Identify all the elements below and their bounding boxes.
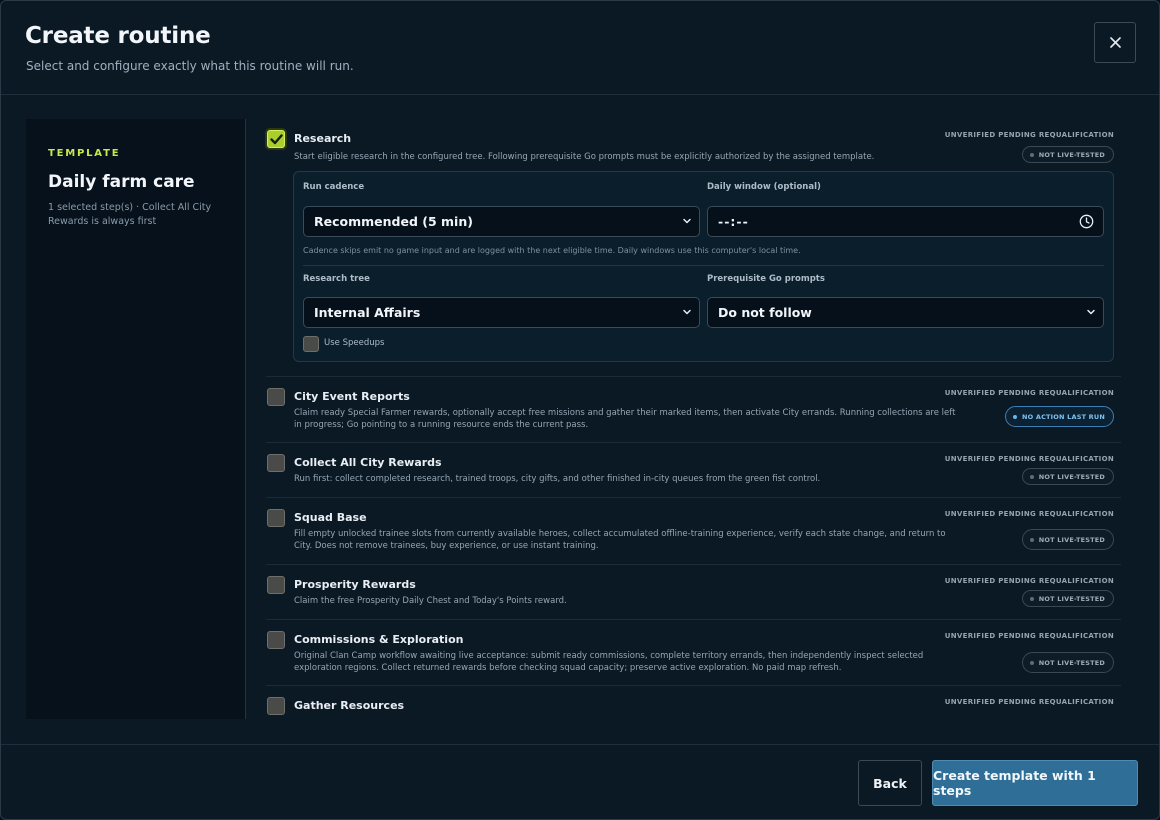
use-speedups-label: Use Speedups <box>324 338 385 348</box>
prereq-prompts-select[interactable]: Do not follow <box>707 297 1104 328</box>
research-tree-value: Internal Affairs <box>314 305 421 320</box>
daily-window-input[interactable]: --:-- <box>707 206 1104 237</box>
step-description: Original Clan Camp workflow awaiting liv… <box>294 651 924 673</box>
step-checkbox-city-event-reports[interactable] <box>267 388 285 406</box>
template-name: Daily farm care <box>48 172 195 192</box>
status-badge: NOT LIVE-TESTED <box>1021 468 1114 485</box>
research-tree-label: Research tree <box>303 274 370 284</box>
use-speedups-checkbox[interactable] <box>303 336 319 352</box>
status-dot-icon <box>1029 660 1034 665</box>
run-cadence-label: Run cadence <box>303 182 365 192</box>
back-button[interactable]: Back <box>858 760 922 806</box>
step-squad-base: Squad Base Fill empty unlocked trainee s… <box>266 498 1121 565</box>
step-checkbox-commissions-exploration[interactable] <box>267 631 285 649</box>
checkmark-icon <box>269 133 283 144</box>
chevron-down-icon <box>683 218 691 224</box>
close-button[interactable] <box>1094 22 1136 63</box>
step-checkbox-collect-all-city-rewards[interactable] <box>267 454 285 472</box>
step-description: Claim ready Special Farmer rewards, opti… <box>294 408 956 430</box>
dialog-subtitle: Select and configure exactly what this r… <box>26 59 354 73</box>
verification-status: UNVERIFIED PENDING REQUALIFICATION <box>944 131 1114 139</box>
status-badge: NOT LIVE-TESTED <box>1021 590 1114 607</box>
step-title: Research <box>294 132 352 145</box>
status-dot-icon <box>1013 414 1018 419</box>
research-tree-select[interactable]: Internal Affairs <box>303 297 700 328</box>
step-title: Commissions & Exploration <box>294 633 464 646</box>
chevron-down-icon <box>683 309 691 315</box>
step-description: Claim the free Prosperity Daily Chest an… <box>294 596 567 606</box>
step-title: Squad Base <box>294 511 367 524</box>
config-divider <box>303 265 1104 266</box>
step-list[interactable]: Research Start eligible research in the … <box>266 119 1121 719</box>
dialog-content: TEMPLATE Daily farm care 1 selected step… <box>26 119 1136 719</box>
status-badge: NOT LIVE-TESTED <box>1021 529 1114 550</box>
badge-label: NOT LIVE-TESTED <box>1038 535 1105 544</box>
badge-label: NO ACTION LAST RUN <box>1022 412 1105 421</box>
step-city-event-reports: City Event Reports Claim ready Special F… <box>266 377 1121 443</box>
verification-status: UNVERIFIED PENDING REQUALIFICATION <box>944 510 1114 518</box>
run-cadence-value: Recommended (5 min) <box>314 214 473 229</box>
badge-label: NOT LIVE-TESTED <box>1038 658 1105 667</box>
verification-status: UNVERIFIED PENDING REQUALIFICATION <box>944 455 1114 463</box>
status-badge: NOT LIVE-TESTED <box>1021 652 1114 673</box>
step-title: Gather Resources <box>294 699 405 712</box>
step-title: City Event Reports <box>294 390 410 403</box>
step-title: Collect All City Rewards <box>294 456 442 469</box>
clock-icon[interactable] <box>1079 214 1094 229</box>
status-badge: NOT LIVE-TESTED <box>1021 146 1114 163</box>
cadence-hint: Cadence skips emit no game input and are… <box>303 246 801 255</box>
template-label: TEMPLATE <box>48 148 121 159</box>
create-routine-dialog: Create routine Select and configure exac… <box>0 0 1160 820</box>
status-badge: NO ACTION LAST RUN <box>1005 406 1114 427</box>
status-dot-icon <box>1029 596 1034 601</box>
step-checkbox-prosperity-rewards[interactable] <box>267 576 285 594</box>
daily-window-label: Daily window (optional) <box>707 182 821 192</box>
verification-status: UNVERIFIED PENDING REQUALIFICATION <box>944 577 1114 585</box>
status-dot-icon <box>1029 474 1034 479</box>
template-description: 1 selected step(s) · Collect All City Re… <box>48 202 212 227</box>
research-config-panel: Run cadence Daily window (optional) Reco… <box>293 171 1114 362</box>
dialog-header: Create routine Select and configure exac… <box>1 1 1159 95</box>
prereq-prompts-label: Prerequisite Go prompts <box>707 274 825 284</box>
badge-label: NOT LIVE-TESTED <box>1038 594 1105 603</box>
chevron-down-icon <box>1087 309 1095 315</box>
step-description: Start eligible research in the configure… <box>294 152 875 162</box>
template-summary-panel: TEMPLATE Daily farm care 1 selected step… <box>26 119 246 719</box>
step-checkbox-research[interactable] <box>267 130 285 148</box>
step-title: Prosperity Rewards <box>294 578 416 591</box>
prereq-prompts-value: Do not follow <box>718 305 812 320</box>
status-dot-icon <box>1029 537 1034 542</box>
step-research: Research Start eligible research in the … <box>266 119 1121 377</box>
status-dot-icon <box>1029 152 1034 157</box>
create-template-button[interactable]: Create template with 1 steps <box>932 760 1138 806</box>
close-icon <box>1109 37 1121 48</box>
dialog-title: Create routine <box>25 23 211 49</box>
verification-status: UNVERIFIED PENDING REQUALIFICATION <box>944 632 1114 640</box>
verification-status: UNVERIFIED PENDING REQUALIFICATION <box>944 698 1114 706</box>
step-description: Run first: collect completed research, t… <box>294 474 821 484</box>
step-prosperity-rewards: Prosperity Rewards Claim the free Prospe… <box>266 565 1121 620</box>
step-gather-resources: Gather Resources UNVERIFIED PENDING REQU… <box>266 686 1121 719</box>
step-checkbox-squad-base[interactable] <box>267 509 285 527</box>
badge-label: NOT LIVE-TESTED <box>1038 150 1105 159</box>
step-checkbox-gather-resources[interactable] <box>267 697 285 715</box>
step-description: Fill empty unlocked trainee slots from c… <box>294 529 946 551</box>
step-collect-all-city-rewards: Collect All City Rewards Run first: coll… <box>266 443 1121 498</box>
step-commissions-exploration: Commissions & Exploration Original Clan … <box>266 620 1121 686</box>
run-cadence-select[interactable]: Recommended (5 min) <box>303 206 700 237</box>
badge-label: NOT LIVE-TESTED <box>1038 472 1105 481</box>
verification-status: UNVERIFIED PENDING REQUALIFICATION <box>944 389 1114 397</box>
daily-window-value: --:-- <box>718 214 749 229</box>
dialog-footer: Back Create template with 1 steps <box>1 744 1159 819</box>
